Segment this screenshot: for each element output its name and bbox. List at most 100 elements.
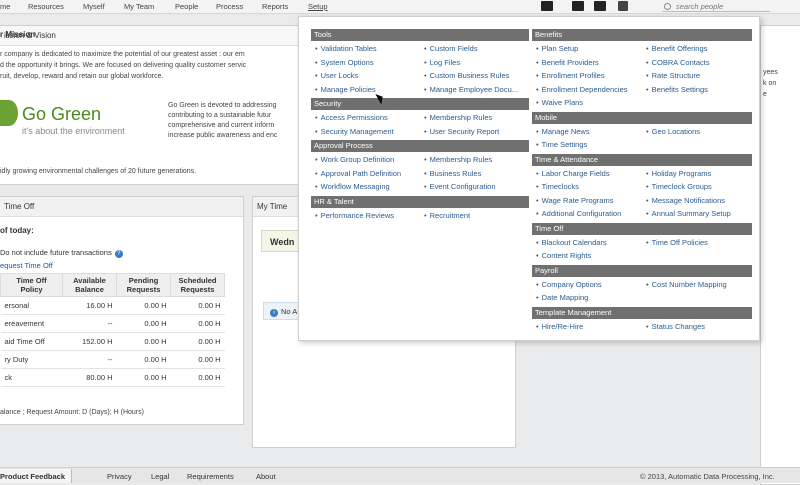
menu-item-waive-plans[interactable]: • Waive Plans (532, 97, 642, 110)
menu-item-message-notifications[interactable]: • Message Notifications (642, 195, 752, 208)
nav-reports[interactable]: Reports (262, 2, 288, 11)
mission-line: r company is dedicated to maximize the p… (0, 51, 245, 58)
menu-item-security-management[interactable]: • Security Management (311, 126, 420, 139)
nav-myself[interactable]: Myself (83, 2, 105, 11)
learning-icon[interactable] (594, 1, 606, 11)
my-time-notice-text: No A (281, 307, 298, 316)
bullet-icon: • (536, 84, 539, 94)
menu-item-business-rules[interactable]: • Business Rules (420, 168, 529, 181)
bullet-icon: • (424, 155, 427, 164)
bullet-icon: • (646, 279, 649, 289)
bullet-icon: • (646, 57, 649, 67)
footer-link-privacy[interactable]: Privacy (107, 472, 132, 481)
menu-section-mobile: Mobile (532, 111, 752, 124)
bullet-icon: • (536, 44, 539, 53)
nav-home[interactable]: me (0, 2, 10, 11)
menu-item-manage-news[interactable]: • Manage News (532, 126, 642, 139)
menu-item-timeclock-groups[interactable]: • Timeclock Groups (642, 181, 752, 194)
nav-my-team[interactable]: My Team (124, 2, 154, 11)
nav-people[interactable]: People (175, 2, 198, 11)
menu-item-manage-policies[interactable]: • Manage Policies (311, 84, 420, 97)
menu-item-additional-configuration[interactable]: • Additional Configuration (532, 208, 642, 221)
menu-item-recruitment[interactable]: • Recruitment (420, 210, 529, 223)
menu-section-security: Security (311, 98, 529, 110)
menu-item-work-group-definition[interactable]: • Work Group Definition (311, 154, 420, 167)
menu-item-company-options[interactable]: • Company Options (532, 279, 642, 292)
time-off-as-of: of today: (0, 226, 34, 235)
video-icon[interactable] (572, 1, 584, 11)
menu-item-custom-fields[interactable]: • Custom Fields (420, 43, 529, 56)
menu-item-blackout-calendars[interactable]: • Blackout Calendars (532, 237, 642, 250)
menu-item-wage-rate-programs[interactable]: • Wage Rate Programs (532, 195, 642, 208)
menu-item-hire-re-hire[interactable]: • Hire/Re-Hire (532, 321, 642, 334)
nav-setup[interactable]: Setup (308, 2, 328, 11)
search-icon (664, 3, 671, 10)
menu-item-enrollment-dependencies[interactable]: • Enrollment Dependencies (532, 84, 642, 97)
menu-item-manage-employee-docu[interactable]: • Manage Employee Docu... (420, 84, 529, 97)
menu-item-geo-locations[interactable]: • Geo Locations (642, 126, 752, 139)
menu-item-log-files[interactable]: • Log Files (420, 57, 529, 70)
menu-item-status-changes[interactable]: • Status Changes (642, 321, 752, 334)
scheduled-cell: 0.00 H (170, 296, 225, 315)
menu-item-workflow-messaging[interactable]: • Workflow Messaging (311, 181, 420, 194)
menu-item-cobra-contacts[interactable]: • COBRA Contacts (642, 57, 752, 70)
menu-item-system-options[interactable]: • System Options (311, 57, 420, 70)
policy-cell[interactable]: ry Duty (0, 350, 63, 369)
menu-item-event-configuration[interactable]: • Event Configuration (420, 181, 529, 194)
menu-item-user-security-report[interactable]: • User Security Report (420, 126, 529, 139)
request-time-off-link[interactable]: equest Time Off (0, 261, 53, 270)
policy-cell[interactable]: ck (0, 368, 63, 387)
menu-item-date-mapping[interactable]: • Date Mapping (532, 292, 642, 305)
footer-link-about[interactable]: About (256, 472, 276, 481)
bullet-icon: • (536, 140, 539, 149)
mission-line: d the opportunity it brings. We are focu… (0, 62, 247, 69)
table-row: ck 80.00 H 0.00 H 0.00 H (0, 368, 225, 387)
menu-item-time-settings[interactable]: • Time Settings (532, 139, 642, 152)
menu-item-plan-setup[interactable]: • Plan Setup (532, 43, 642, 56)
available-cell: 80.00 H (62, 368, 117, 387)
menu-item-benefit-offerings[interactable]: • Benefit Offerings (642, 43, 752, 56)
go-green-tagline: it's about the environment (22, 126, 125, 136)
menu-item-label: Timeclock Groups (651, 182, 712, 191)
menu-item-annual-summary-setup[interactable]: • Annual Summary Setup (642, 208, 752, 221)
menu-item-validation-tables[interactable]: • Validation Tables (311, 43, 420, 56)
menu-item-holiday-programs[interactable]: • Holiday Programs (642, 168, 752, 181)
policy-cell[interactable]: ersonal (0, 296, 63, 315)
search-input[interactable] (676, 2, 772, 11)
menu-item-benefit-providers[interactable]: • Benefit Providers (532, 57, 642, 70)
menu-item-label: Security Management (320, 126, 394, 136)
policy-cell[interactable]: ereavement (0, 314, 63, 333)
time-off-table: Time Off Policy Available Balance Pendin… (0, 273, 225, 387)
nav-resources[interactable]: Resources (28, 2, 64, 11)
go-green-line: Go Green is devoted to addressing (168, 102, 277, 109)
menu-item-content-rights[interactable]: • Content Rights (532, 250, 642, 263)
menu-item-user-locks[interactable]: • User Locks (311, 70, 420, 83)
product-feedback-button[interactable]: Product Feedback (0, 469, 73, 483)
menu-item-membership-rules[interactable]: • Membership Rules (420, 112, 529, 125)
menu-item-benefits-settings[interactable]: • Benefits Settings (642, 84, 752, 97)
exclude-future-option[interactable]: Do not include future transactions? (0, 248, 123, 258)
nav-process[interactable]: Process (216, 2, 243, 11)
mail-icon[interactable] (541, 1, 553, 11)
menu-item-enrollment-profiles[interactable]: • Enrollment Profiles (532, 70, 642, 83)
scheduled-cell: 0.00 H (170, 368, 225, 387)
menu-item-custom-business-rules[interactable]: • Custom Business Rules (420, 70, 529, 83)
search-people[interactable] (662, 2, 772, 12)
footer-link-requirements[interactable]: Requirements (187, 472, 234, 481)
tools-icon[interactable] (618, 1, 628, 11)
policy-cell[interactable]: aid Time Off (0, 332, 63, 351)
help-icon[interactable]: ? (114, 250, 123, 258)
menu-item-timeclocks[interactable]: • Timeclocks (532, 181, 642, 194)
menu-item-performance-reviews[interactable]: • Performance Reviews (311, 210, 420, 223)
menu-item-approval-path-definition[interactable]: • Approval Path Definition (311, 168, 420, 181)
menu-item-time-off-policies[interactable]: • Time Off Policies (642, 237, 752, 250)
footer-link-legal[interactable]: Legal (151, 472, 169, 481)
scheduled-cell: 0.00 H (170, 350, 225, 369)
menu-section-items: • Company Options • Cost Number Mapping • Dat… (532, 277, 752, 307)
menu-item-access-permissions[interactable]: • Access Permissions (311, 112, 420, 125)
menu-item-rate-structure[interactable]: • Rate Structure (642, 70, 752, 83)
bullet-icon: • (646, 209, 649, 218)
menu-item-labor-charge-fields[interactable]: • Labor Charge Fields (532, 168, 642, 181)
menu-item-membership-rules[interactable]: • Membership Rules (420, 154, 529, 167)
menu-item-cost-number-mapping[interactable]: • Cost Number Mapping (642, 279, 752, 292)
